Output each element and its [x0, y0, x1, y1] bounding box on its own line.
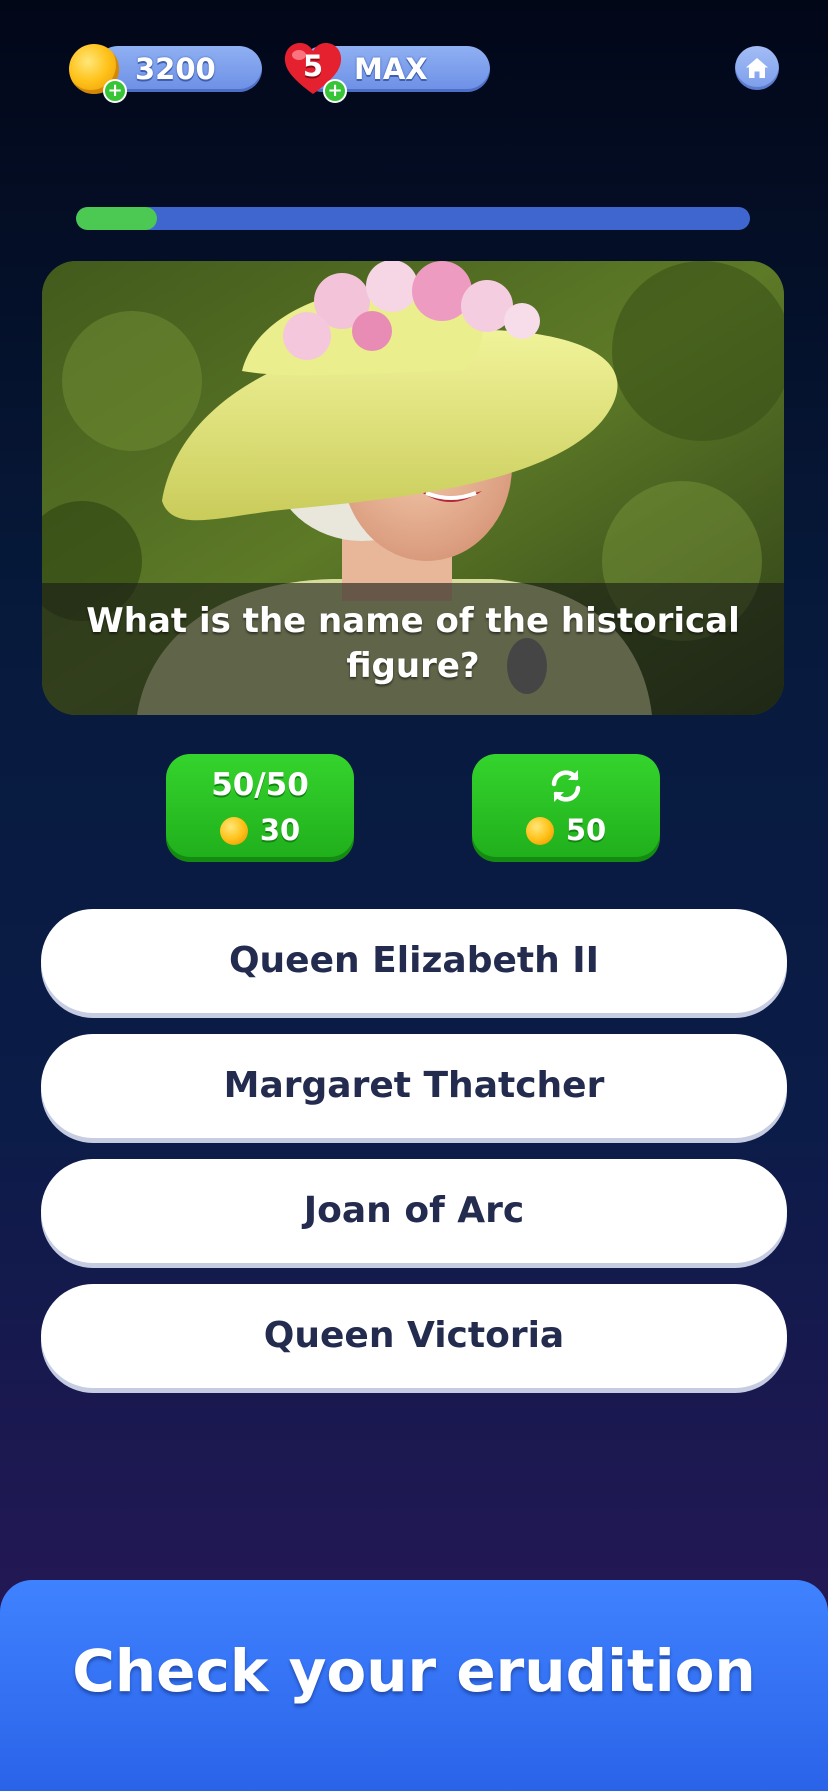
lives-status: MAX — [354, 52, 428, 86]
answer-option[interactable]: Queen Victoria — [41, 1284, 787, 1388]
coins-value: 3200 — [135, 52, 216, 86]
home-button[interactable] — [735, 46, 779, 90]
question-text: What is the name of the historical figur… — [86, 601, 740, 686]
coin-icon — [525, 817, 554, 845]
fifty-fifty-button[interactable]: 50/50 30 — [166, 754, 354, 862]
swap-cost: 50 — [472, 812, 660, 848]
fifty-fifty-cost-value: 30 — [259, 813, 301, 847]
refresh-icon — [551, 770, 581, 802]
add-coins-icon[interactable]: + — [103, 79, 127, 103]
coin-icon — [219, 817, 248, 845]
fifty-fifty-cost: 30 — [166, 812, 354, 848]
answer-option[interactable]: Margaret Thatcher — [41, 1034, 787, 1138]
add-lives-icon[interactable]: + — [323, 79, 347, 103]
fifty-fifty-label: 50/50 — [211, 767, 309, 803]
answer-option[interactable]: Queen Elizabeth II — [41, 909, 787, 1013]
banner-text: Check your erudition — [72, 1637, 756, 1705]
question-card: What is the name of the historical figur… — [42, 261, 784, 715]
swap-cost-value: 50 — [565, 813, 607, 847]
promo-banner: Check your erudition — [0, 1580, 828, 1791]
swap-question-button[interactable]: 50 — [472, 754, 660, 862]
answer-option[interactable]: Joan of Arc — [41, 1159, 787, 1263]
home-icon — [746, 58, 768, 78]
progress-fill — [76, 207, 157, 230]
progress-bar — [76, 207, 750, 230]
